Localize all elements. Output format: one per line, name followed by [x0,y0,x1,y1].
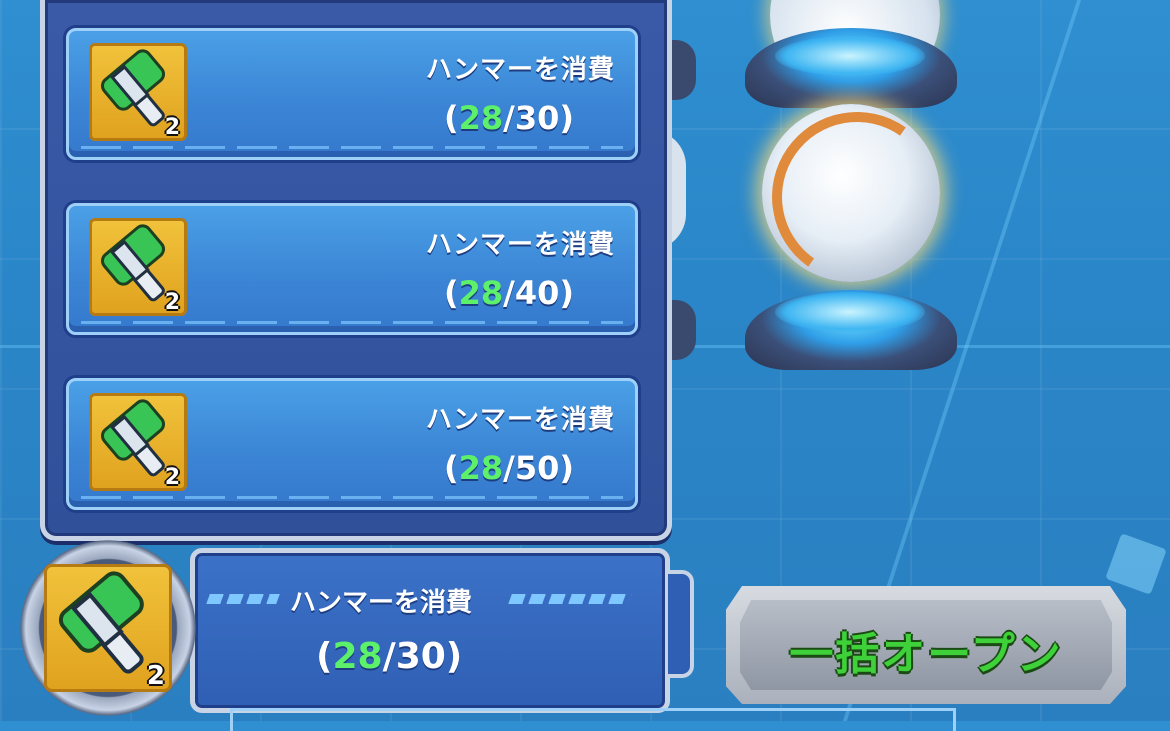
bulk-open-label: 一括オープン [789,629,1063,680]
cost-count: (28/50) [444,449,574,487]
selector-count: (28/30) [316,636,463,677]
green-hammer-icon: 2 [89,218,187,316]
required-count: /40) [503,274,574,312]
cost-option-1[interactable]: 2 ハンマーを消費 (28/30) [66,28,638,160]
item-count-badge: 2 [146,661,165,691]
current-count: 28 [458,99,504,137]
label-decoration [508,594,632,604]
capsule-stand-glow [775,292,925,332]
item-count-badge: 2 [164,290,180,315]
cost-selector[interactable] [190,548,670,713]
item-count-badge: 2 [164,465,180,490]
cost-label: ハンマーを消費 [425,55,615,85]
item-count-badge: 2 [164,115,180,140]
cost-option-3[interactable]: 2 ハンマーを消費 (28/50) [66,378,638,510]
required-count: /30) [382,636,463,677]
capsule-stand-glow [775,36,925,76]
green-hammer-icon: 2 [44,564,172,692]
green-hammer-icon: 2 [89,43,187,141]
green-hammer-icon: 2 [89,393,187,491]
cost-label: ハンマーを消費 [425,405,615,435]
required-count: /50) [503,449,574,487]
current-count: 28 [458,449,504,487]
cost-count: (28/40) [444,274,574,312]
cost-label: ハンマーを消費 [425,230,615,260]
selector-expand-tab[interactable] [668,570,694,678]
cost-count: (28/30) [444,99,574,137]
required-count: /30) [503,99,574,137]
bottom-frame [230,708,956,731]
current-count: 28 [458,274,504,312]
label-decoration [206,594,280,604]
cost-option-2[interactable]: 2 ハンマーを消費 (28/40) [66,203,638,335]
current-count: 28 [332,636,383,677]
selector-label: ハンマーを消費 [290,588,473,618]
